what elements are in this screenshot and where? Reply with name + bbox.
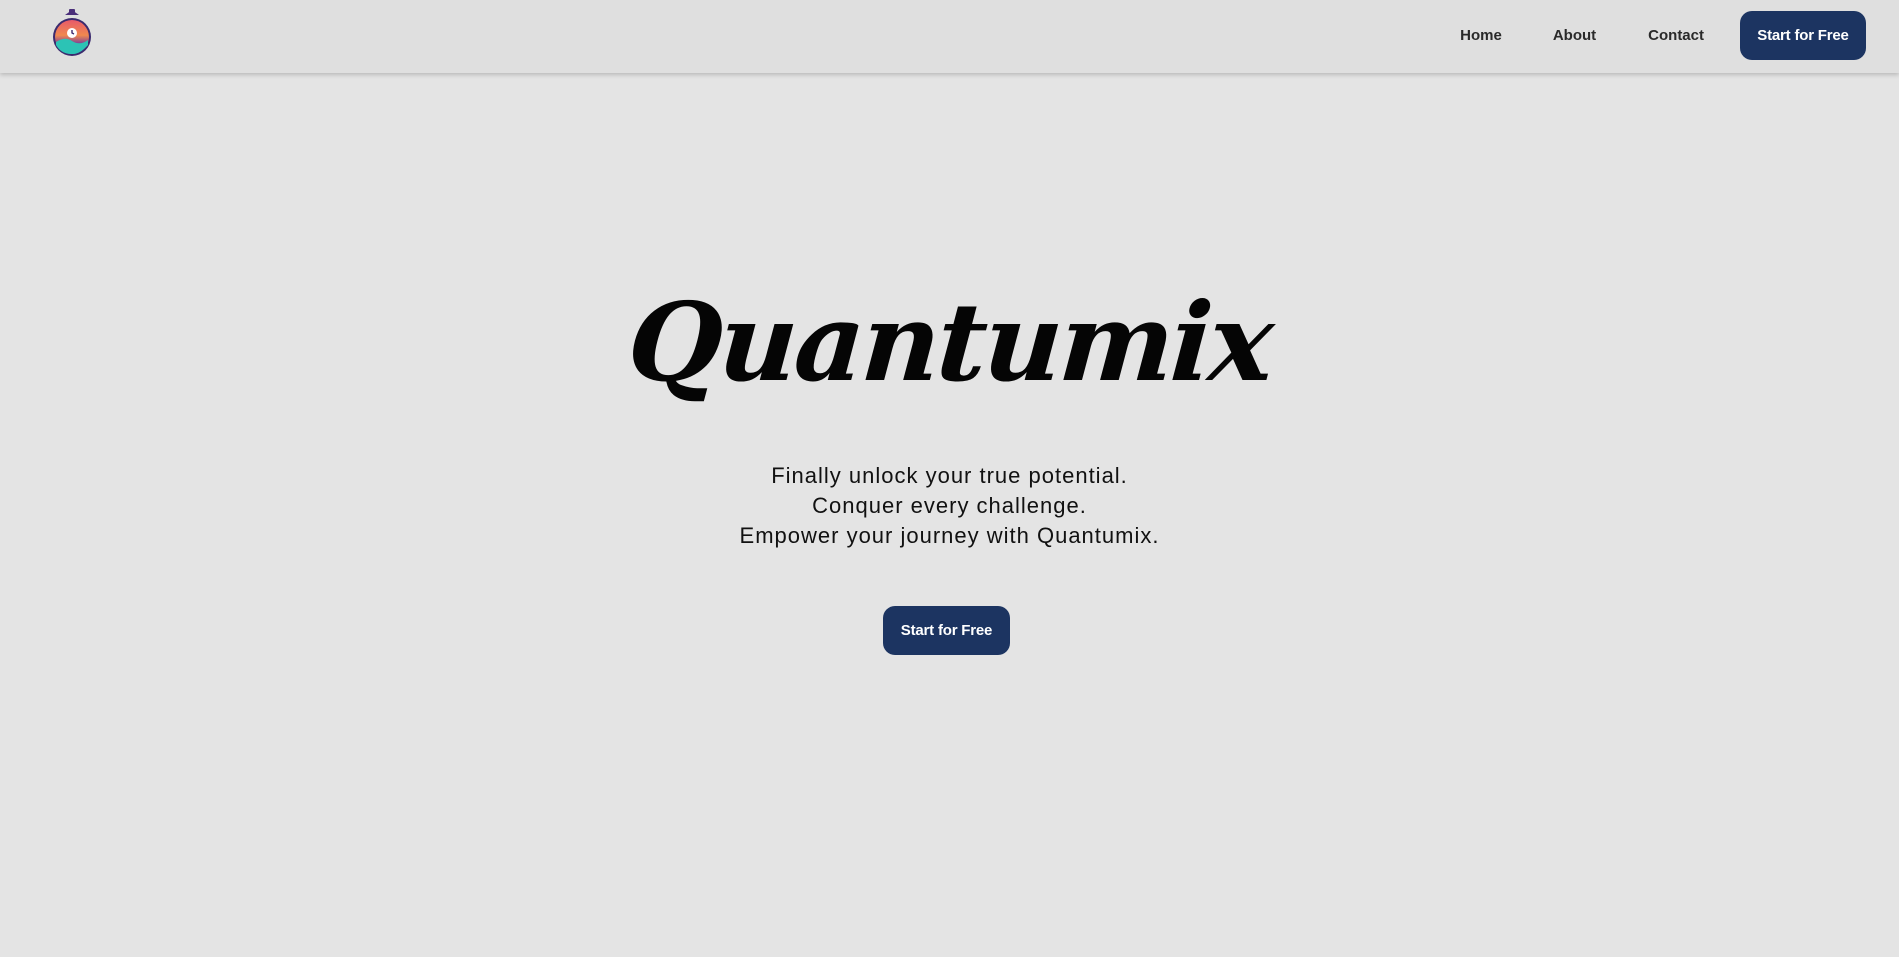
hero-start-for-free-button[interactable]: Start for Free (883, 606, 1010, 655)
logo-link[interactable] (51, 9, 93, 57)
nav-home-link[interactable]: Home (1460, 27, 1502, 44)
tagline-line-3: Empower your journey with Quantumix. (739, 523, 1160, 548)
hero-tagline: Finally unlock your true potential. Conq… (0, 461, 1899, 551)
nav-start-for-free-button[interactable]: Start for Free (1740, 11, 1866, 60)
hero-title: Quantumix (623, 280, 1275, 406)
navbar: Home About Contact Start for Free (0, 0, 1899, 73)
stopwatch-logo-icon (53, 9, 91, 56)
hero-section: Quantumix Finally unlock your true poten… (0, 73, 1899, 957)
main-nav: Home About Contact Start for Free (1460, 11, 1866, 60)
nav-about-link[interactable]: About (1553, 27, 1596, 44)
tagline-line-2: Conquer every challenge. (812, 493, 1087, 518)
tagline-line-1: Finally unlock your true potential. (771, 463, 1128, 488)
nav-contact-link[interactable]: Contact (1648, 27, 1704, 44)
